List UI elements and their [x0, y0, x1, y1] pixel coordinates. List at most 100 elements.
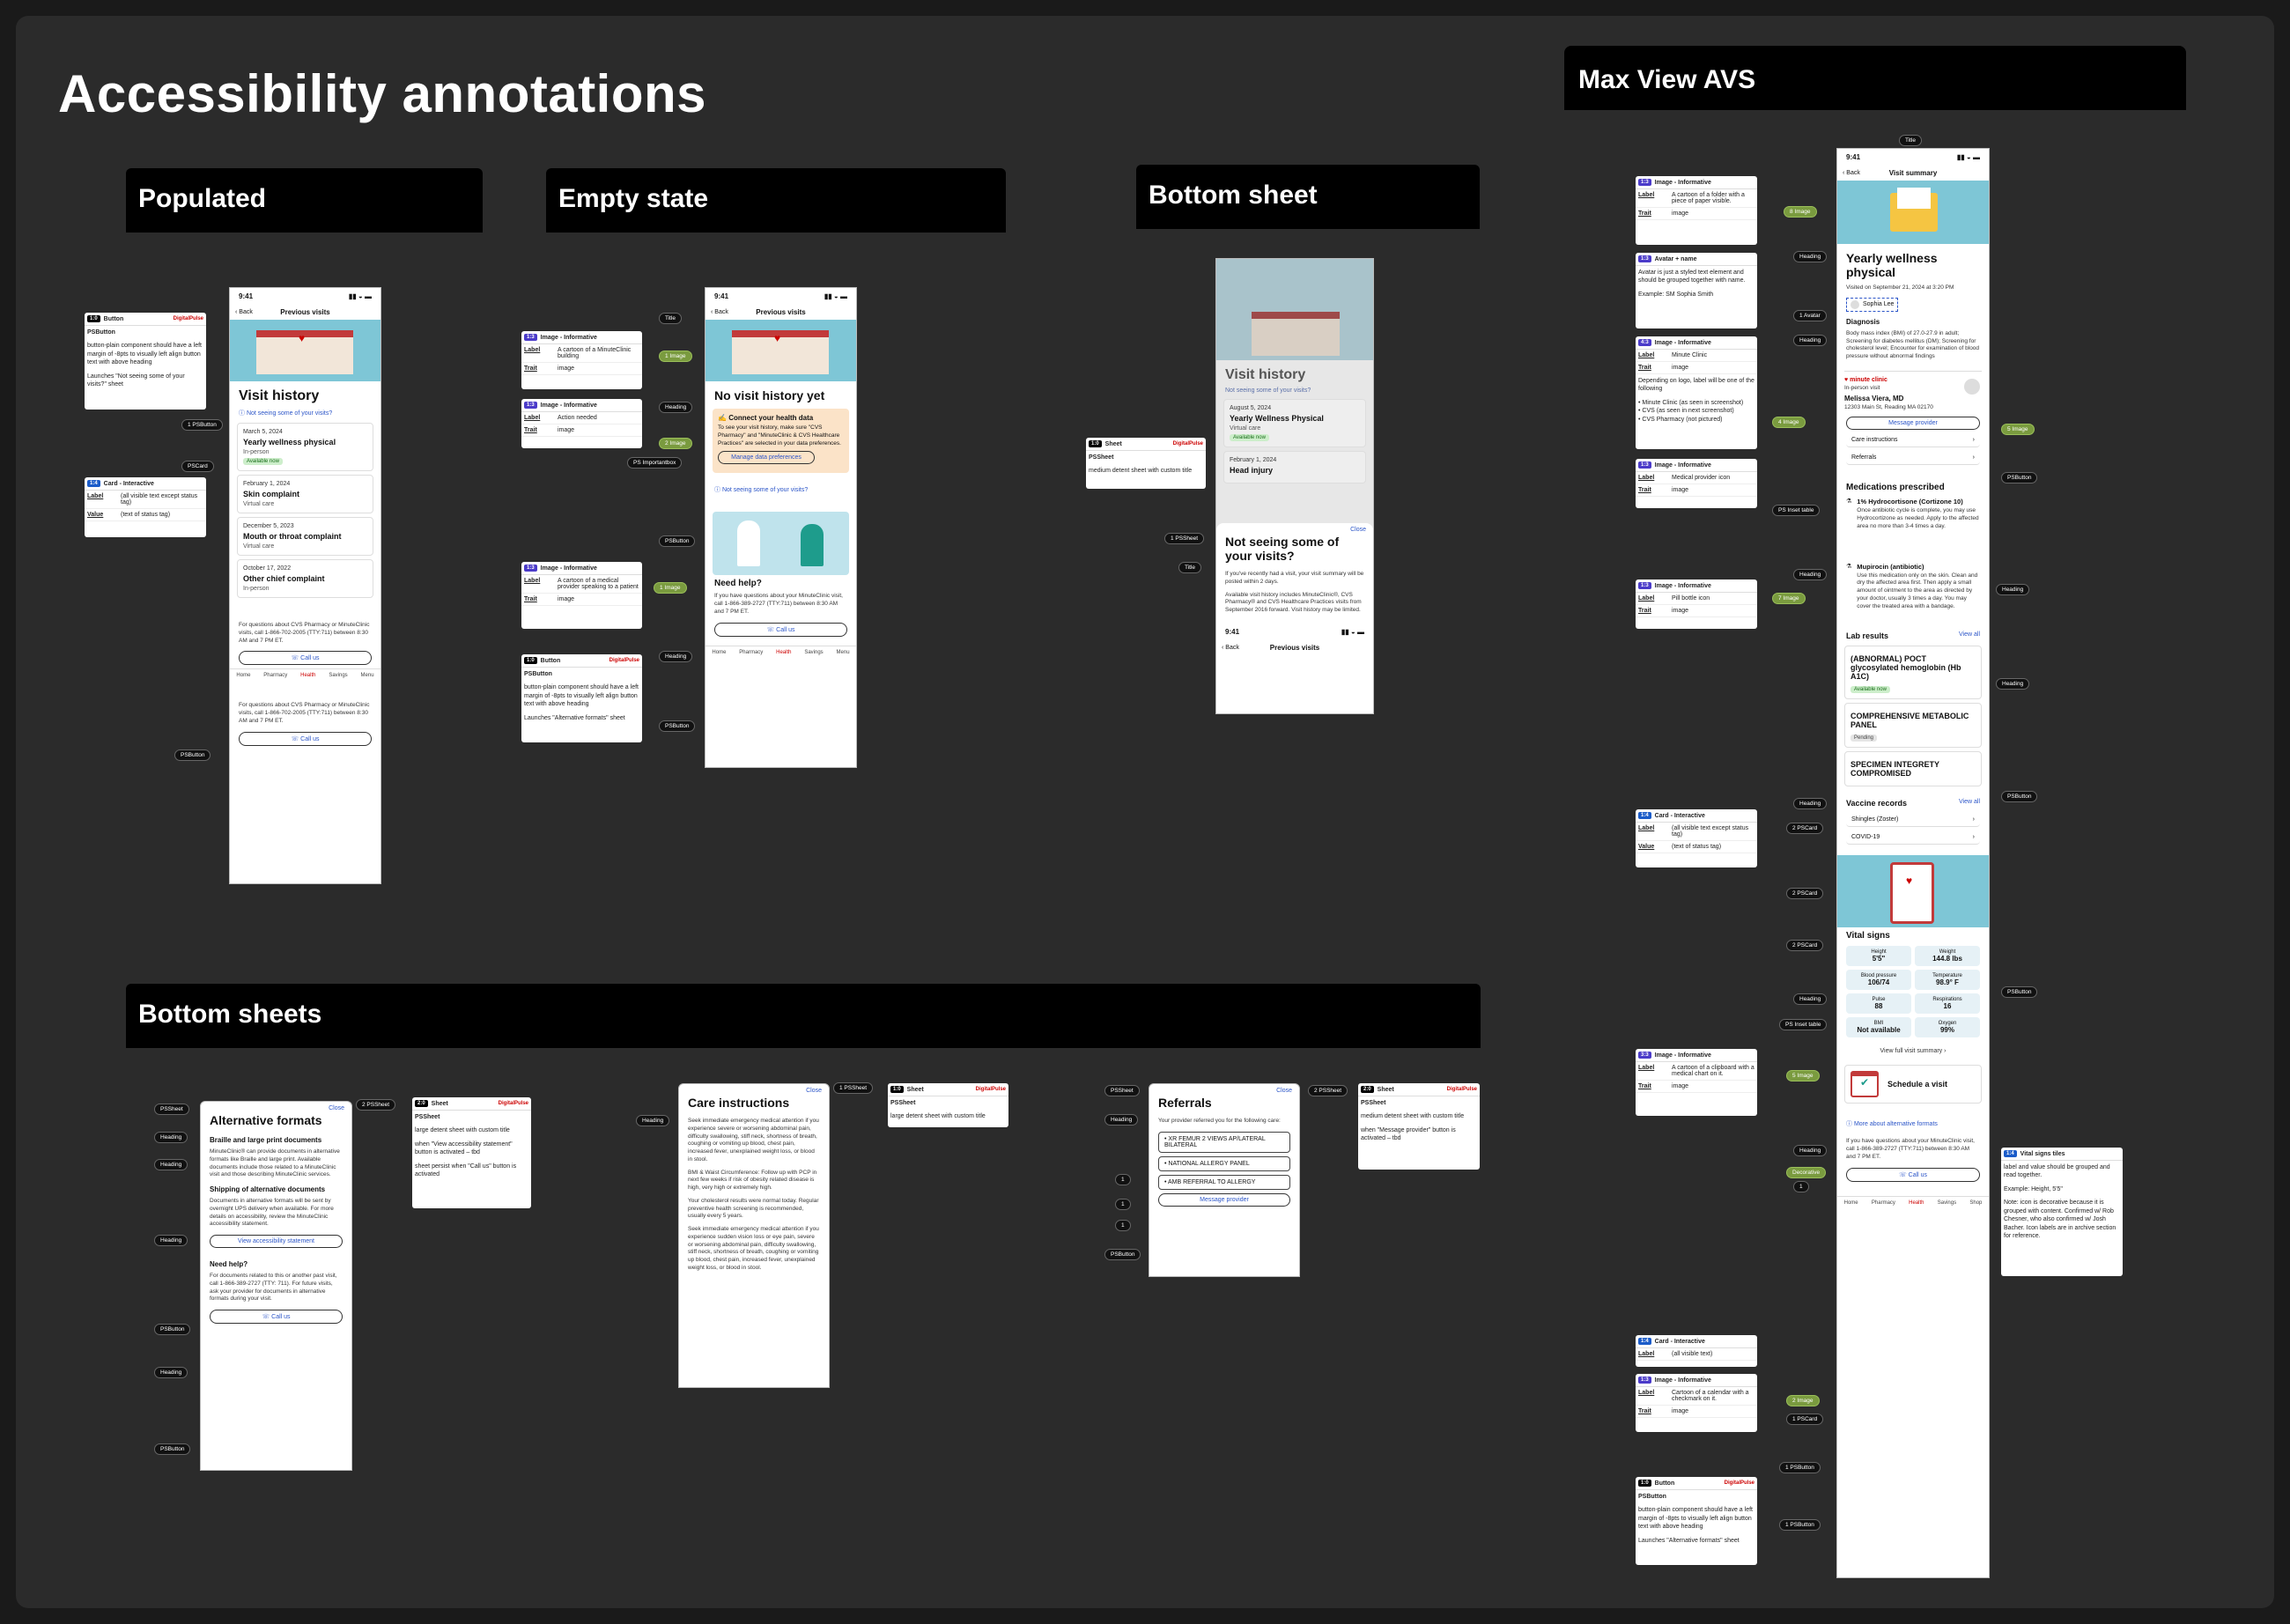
pill-psbutton: PSButton	[174, 749, 211, 761]
vaccine-row[interactable]: Shingles (Zoster) ›	[1846, 813, 1980, 828]
referral-item[interactable]: • NATIONAL ALLERGY PANEL	[1158, 1155, 1290, 1171]
page-title: Accessibility annotations	[58, 64, 707, 123]
call-us-button[interactable]: ☏ Call us	[210, 1310, 343, 1325]
tab-home[interactable]: Home	[1844, 1200, 1858, 1206]
alert-icon: ✍	[718, 414, 727, 422]
pill-pscard: PSCard	[181, 461, 214, 472]
not-seeing-visits-link[interactable]: ⓘ Not seeing some of your visits?	[230, 407, 380, 419]
vital-tile-blood-pressure: Blood pressure 106/74	[1846, 970, 1911, 991]
pill-heading: Heading	[1793, 1145, 1828, 1156]
pill-image: 5 Image	[2001, 424, 2035, 435]
lab-card[interactable]: (ABNORMAL) POCT glycosylated hemoglobin …	[1844, 646, 1982, 700]
annotation-image: 1:3 Image - Informative Label A cartoon of…	[1636, 176, 1757, 245]
tab-health[interactable]: Health	[1909, 1200, 1924, 1206]
pill-pssheet: 1 PSSheet	[833, 1082, 874, 1094]
pill-psbutton: PSButton	[2001, 791, 2038, 802]
tab-pharmacy[interactable]: Pharmacy	[1872, 1200, 1895, 1206]
lab-card[interactable]: COMPREHENSIVE METABOLIC PANEL Pending	[1844, 703, 1982, 749]
vital-tile-height: Height 5'5"	[1846, 946, 1911, 967]
section-max-view-avs: Max View AVS	[1564, 46, 2186, 110]
pill-heading: Heading	[154, 1235, 188, 1246]
visit-card[interactable]: March 5, 2024 Yearly wellness physical In-…	[237, 423, 373, 471]
visit-card[interactable]: October 17, 2022 Other chief complaint In-…	[237, 559, 373, 598]
not-seeing-visits-link[interactable]: ⓘ Not seeing some of your visits?	[705, 484, 856, 496]
tab-shop[interactable]: Shop	[1969, 1200, 1982, 1206]
view-accessibility-statement-button[interactable]: View accessibility statement	[210, 1235, 343, 1249]
pill-psbutton: PSButton	[1104, 1249, 1141, 1260]
tab-savings[interactable]: Savings	[329, 673, 347, 678]
tab-pharmacy[interactable]: Pharmacy	[263, 673, 287, 678]
pill-pscard: 2 PSCard	[1786, 888, 1824, 899]
pill-psbutton: 1 PSButton	[181, 419, 223, 431]
pill-image: 2 Image	[659, 438, 692, 449]
alternative-formats-link[interactable]: ⓘ More about alternative formats	[1837, 1118, 1989, 1130]
referral-item[interactable]: • AMB REFERRAL TO ALLERGY	[1158, 1174, 1290, 1190]
visit-card[interactable]: February 1, 2024 Skin complaint Virtual ca…	[237, 475, 373, 513]
sheet-referrals: Close Referrals Your provider referred y…	[1149, 1083, 1300, 1277]
tab-menu[interactable]: Menu	[361, 673, 374, 678]
vital-tile-respirations: Respirations 16	[1915, 993, 1980, 1015]
pill-button: 1	[1115, 1174, 1131, 1185]
pill-psbutton: 1 PSButton	[1779, 1519, 1821, 1531]
pill-pssheet: PSSheet	[1104, 1085, 1140, 1096]
close-button[interactable]: Close	[1216, 523, 1373, 533]
tab-savings[interactable]: Savings	[804, 650, 823, 655]
pill-image: 4 Image	[1772, 417, 1806, 428]
vital-tile-temperature: Temperature 98.9° F	[1915, 970, 1980, 991]
vital-tile-weight: Weight 144.8 lbs	[1915, 946, 1980, 967]
sheet-alternative-formats: Close Alternative formats Braille and la…	[200, 1101, 352, 1471]
annotation-image: 1:3 Image - Informative Label Action neede…	[521, 399, 642, 448]
avatar	[1850, 299, 1859, 309]
pill-psbutton: PSButton	[2001, 986, 2038, 998]
pill-psbutton: 1 PSButton	[1779, 1462, 1821, 1473]
provider-illustration	[713, 512, 849, 576]
message-provider-button[interactable]: Message provider	[1846, 417, 1980, 431]
tab-health[interactable]: Health	[300, 673, 315, 678]
tab-pharmacy[interactable]: Pharmacy	[739, 650, 763, 655]
pill-group: 1	[1793, 1181, 1809, 1192]
tab-home[interactable]: Home	[236, 673, 250, 678]
phone-populated: 9:41 ▮▮ ◒ ▬ ‹ Back Previous visits ♥ Visit…	[229, 287, 381, 884]
pill-psbutton: PSButton	[659, 720, 696, 732]
tab-home[interactable]: Home	[712, 650, 726, 655]
call-us-button[interactable]: ☏ Call us	[239, 651, 372, 666]
view-all-vaccines-link[interactable]: View all	[1959, 799, 1980, 808]
close-button[interactable]: Close	[1149, 1084, 1299, 1094]
close-button[interactable]: Close	[679, 1084, 829, 1094]
view-all-labs-link[interactable]: View all	[1959, 631, 1980, 640]
pill-button: 1	[1115, 1220, 1131, 1231]
pill-image: 8 Image	[1784, 206, 1817, 218]
care-instructions-row[interactable]: Care instructions ›	[1846, 433, 1980, 448]
vaccine-row[interactable]: COVID-19 ›	[1846, 830, 1980, 845]
annotation-image: 3:3 Image - Informative Label A cartoon of…	[1636, 1049, 1757, 1116]
call-us-button[interactable]: ☏ Call us	[1846, 1167, 1980, 1182]
view-full-summary-link[interactable]: View full visit summary ›	[1837, 1046, 1989, 1056]
message-provider-button[interactable]: Message provider	[1158, 1192, 1290, 1207]
referrals-row[interactable]: Referrals ›	[1846, 451, 1980, 466]
schedule-visit-card[interactable]: ✔ Schedule a visit	[1844, 1065, 1982, 1104]
lab-card[interactable]: SPECIMEN INTEGRETY COMPROMISED	[1844, 751, 1982, 787]
pill-heading: Heading	[636, 1115, 670, 1126]
visit-card[interactable]: December 5, 2023 Mouth or throat complain…	[237, 517, 373, 556]
vital-tile-oxygen: Oxygen 99%	[1915, 1017, 1980, 1038]
vital-signs-grid: Height 5'5" Weight 144.8 lbs Blood pressur…	[1837, 942, 1989, 1041]
call-us-button[interactable]: ☏ Call us	[239, 731, 372, 746]
pill-psbutton: PSButton	[154, 1443, 191, 1455]
pill-image: 1 Image	[659, 351, 692, 362]
tab-savings[interactable]: Savings	[1938, 1200, 1956, 1206]
close-button[interactable]: Close	[201, 1102, 351, 1111]
tab-health[interactable]: Health	[776, 650, 791, 655]
pill-heading: Heading	[1793, 569, 1828, 580]
pill-image: 2 Image	[1786, 1395, 1820, 1406]
pill-heading: Heading	[1793, 993, 1828, 1005]
call-us-button[interactable]: ☏ Call us	[714, 622, 847, 637]
important-box: ✍ Connect your health data To see your v…	[713, 409, 849, 474]
annotation-button: 1:0 Button DigitalPulse PSButton button-pl…	[521, 654, 642, 742]
pill-heading: Heading	[1793, 251, 1828, 262]
vital-tile-bmi: BMI Not available	[1846, 1017, 1911, 1038]
referral-item[interactable]: • XR FEMUR 2 VIEWS AP/LATERAL BILATERAL	[1158, 1131, 1290, 1153]
manage-data-button[interactable]: Manage data preferences	[718, 451, 815, 465]
medication-item: ⚗ 1% Hydrocortisone (Cortizone 10) Once an…	[1837, 494, 1989, 535]
tab-menu[interactable]: Menu	[837, 650, 850, 655]
tab-bar: Home Pharmacy Health Savings Menu	[705, 645, 856, 659]
